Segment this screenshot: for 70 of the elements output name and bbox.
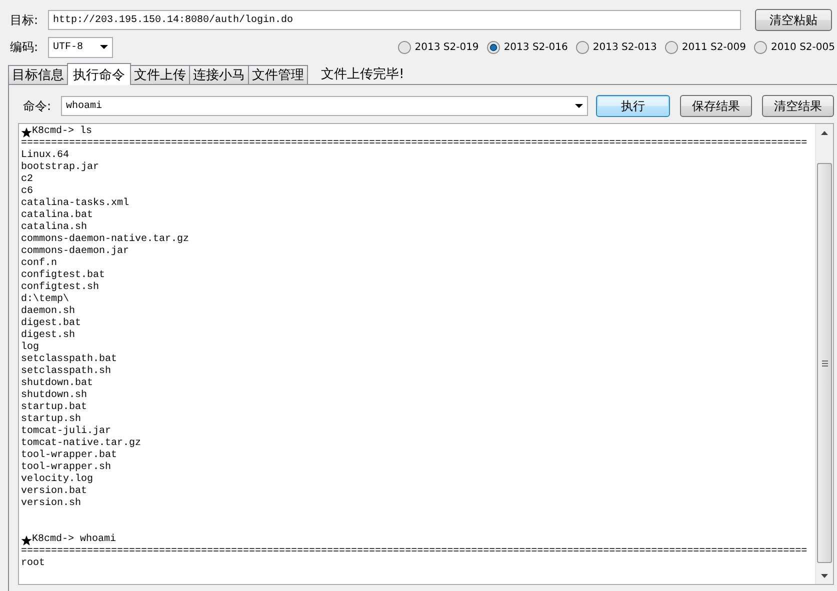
- radio-option[interactable]: 2013 S2-013: [576, 40, 657, 54]
- output-line: shutdown.bat: [21, 378, 94, 390]
- output-line: startup.bat: [21, 402, 88, 414]
- scrollbar[interactable]: [815, 124, 833, 584]
- separator-line: ===================================================================================================================================: [21, 138, 808, 150]
- output-line: daemon.sh: [21, 306, 76, 318]
- output-line: Linux.64: [21, 150, 70, 162]
- star-icon: [21, 126, 32, 138]
- output-line: catalina.bat: [21, 210, 94, 222]
- output-line: log: [21, 342, 40, 354]
- output-line: catalina.sh: [21, 222, 88, 234]
- output-line: commons-daemon.jar: [21, 246, 130, 258]
- command-prompt: K8cmd-> ls: [32, 126, 92, 138]
- output-line: configtest.bat: [21, 270, 106, 282]
- output-line: version.bat: [21, 486, 88, 498]
- scroll-up-icon[interactable]: [821, 130, 828, 134]
- output-line: c2: [21, 174, 34, 186]
- output-line: commons-daemon-native.tar.gz: [21, 234, 190, 246]
- output-line: setclasspath.sh: [21, 366, 112, 378]
- dropdown-caret-icon: [100, 45, 108, 49]
- output-line: root: [21, 558, 46, 570]
- clear-paste-button[interactable]: 清空粘贴: [755, 9, 832, 31]
- output-line: setclasspath.bat: [21, 354, 118, 366]
- scroll-down-icon[interactable]: [821, 574, 828, 578]
- radio-option[interactable]: 2011 S2-009: [664, 40, 746, 54]
- separator-line: ===================================================================================================================================: [21, 546, 808, 558]
- output-line: c6: [21, 186, 34, 198]
- output-line: velocity.log: [21, 474, 94, 486]
- output-line: configtest.sh: [21, 282, 100, 294]
- tab[interactable]: 目标信息: [8, 65, 68, 84]
- radio-option[interactable]: 2013 S2-016: [486, 40, 568, 54]
- tab[interactable]: 文件管理: [248, 65, 308, 84]
- command-prompt: K8cmd-> whoami: [32, 534, 116, 546]
- output-line: d:\temp\: [21, 294, 70, 306]
- radio-option[interactable]: 2010 S2-005: [754, 40, 835, 54]
- clear-results-button[interactable]: 清空结果: [762, 95, 834, 117]
- output-line: digest.bat: [21, 318, 82, 330]
- command-combobox[interactable]: whoami: [61, 96, 588, 116]
- tab[interactable]: 执行命令: [67, 63, 131, 85]
- output-line: catalina-tasks.xml: [21, 198, 130, 210]
- dropdown-caret-icon: [575, 104, 583, 108]
- radio-option[interactable]: 2013 S2-019: [398, 40, 479, 54]
- encoding-dropdown[interactable]: UTF-8: [48, 36, 113, 58]
- radio-icon[interactable]: [576, 40, 589, 54]
- save-results-button[interactable]: 保存结果: [680, 95, 752, 117]
- output-line: version.sh: [21, 498, 82, 510]
- radio-icon[interactable]: [754, 40, 767, 54]
- star-icon: [21, 534, 32, 546]
- url-field[interactable]: http://203.195.150.14:8080/auth/login.do: [48, 10, 741, 30]
- grip-icon: [822, 360, 828, 366]
- radio-icon[interactable]: [486, 40, 500, 54]
- output-line: tool-wrapper.sh: [21, 462, 112, 474]
- output-line: tool-wrapper.bat: [21, 450, 118, 462]
- output-line: conf.n: [21, 258, 58, 270]
- output-line: tomcat-juli.jar: [21, 426, 112, 438]
- encoding-label: 编码:: [10, 38, 40, 56]
- output-line: tomcat-native.tar.gz: [21, 438, 142, 450]
- tab[interactable]: 连接小马: [189, 65, 249, 84]
- scrollbar-thumb[interactable]: [817, 163, 832, 563]
- target-label: 目标:: [10, 12, 40, 28]
- output-line: digest.sh: [21, 330, 76, 342]
- tab[interactable]: 文件上传: [130, 65, 190, 84]
- output-line: bootstrap.jar: [21, 162, 100, 174]
- output-line: shutdown.sh: [21, 390, 88, 402]
- output-line: startup.sh: [21, 414, 82, 426]
- radio-icon[interactable]: [664, 40, 678, 54]
- radio-icon[interactable]: [398, 40, 411, 54]
- execute-button[interactable]: 执行: [596, 95, 670, 117]
- status-message: 文件上传完毕!: [321, 66, 404, 82]
- command-label: 命令:: [23, 98, 52, 114]
